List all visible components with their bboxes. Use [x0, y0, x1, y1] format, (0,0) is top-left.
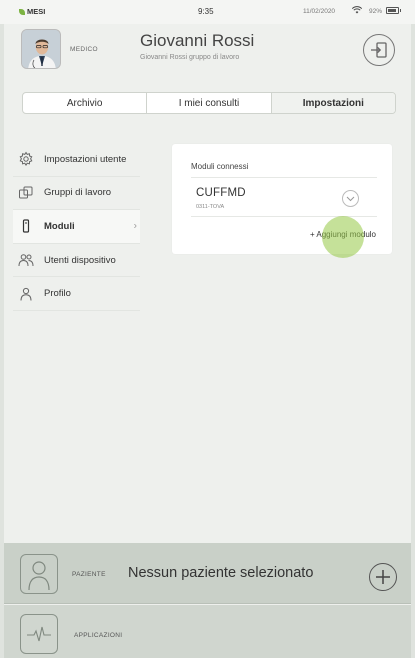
- sidebar-item-gruppi-di-lavoro[interactable]: Gruppi di lavoro: [13, 177, 140, 211]
- add-patient-button[interactable]: [369, 563, 397, 591]
- groups-icon: [19, 186, 33, 199]
- status-bar: MESI 9:35 11/02/2020 92%: [0, 0, 415, 24]
- carrier-label: MESI: [27, 7, 46, 16]
- person-icon: [28, 561, 50, 591]
- tab-impostazioni[interactable]: Impostazioni: [271, 93, 395, 113]
- clock: 9:35: [198, 7, 214, 16]
- logout-icon: [371, 42, 387, 58]
- divider: [191, 216, 377, 217]
- patient-bar[interactable]: PAZIENTE Nessun paziente selezionato: [4, 543, 411, 604]
- patient-name: Nessun paziente selezionato: [128, 565, 314, 581]
- module-name[interactable]: CUFFMD: [196, 187, 246, 199]
- battery-percent: 92%: [369, 8, 383, 15]
- plus-icon: [376, 570, 390, 584]
- chevron-down-icon: [346, 196, 355, 201]
- ecg-icon: [27, 626, 51, 642]
- sidebar-item-label: Gruppi di lavoro: [44, 187, 112, 199]
- patient-avatar: [20, 554, 58, 594]
- divider: [191, 177, 377, 178]
- user-group: Giovanni Rossi gruppo di lavoro: [140, 54, 240, 61]
- user-role: MEDICO: [70, 46, 98, 53]
- sidebar-item-profilo[interactable]: Profilo: [13, 277, 140, 311]
- profile-icon: [20, 287, 32, 301]
- gear-icon: [19, 151, 33, 167]
- date: 11/02/2020: [303, 8, 336, 15]
- applications-label: APPLICAZIONI: [74, 632, 123, 639]
- logout-button[interactable]: [363, 34, 395, 66]
- module-expand-button[interactable]: [342, 190, 359, 207]
- carrier: MESI: [19, 7, 45, 16]
- patient-role: PAZIENTE: [72, 571, 106, 578]
- user-name: Giovanni Rossi: [140, 31, 255, 50]
- wifi-icon: [352, 6, 362, 14]
- sidebar-item-impostazioni-utente[interactable]: Impostazioni utente: [13, 143, 140, 177]
- add-module-button[interactable]: + Aggiungi modulo: [310, 230, 376, 239]
- chevron-right-icon: ›: [133, 220, 137, 232]
- sidebar-item-moduli[interactable]: Moduli ›: [13, 210, 140, 244]
- sidebar-item-label: Impostazioni utente: [44, 153, 127, 165]
- doctor-avatar: [21, 29, 61, 69]
- main-tabs: Archivio I miei consulti Impostazioni: [22, 92, 396, 114]
- battery-icon: [386, 7, 401, 14]
- module-code: 0311-TOVA: [196, 204, 225, 210]
- card-title: Moduli connessi: [191, 162, 249, 171]
- tab-archivio[interactable]: Archivio: [23, 93, 148, 113]
- sidebar-item-label: Utenti dispositivo: [44, 254, 116, 266]
- sidebar-item-label: Moduli: [44, 220, 75, 232]
- sidebar-item-label: Profilo: [44, 288, 71, 300]
- sidebar-item-utenti-dispositivo[interactable]: Utenti dispositivo: [13, 244, 140, 278]
- users-icon: [18, 254, 34, 267]
- module-icon: [22, 219, 30, 234]
- settings-sidebar: Impostazioni utente Gruppi di lavoro Mod…: [13, 143, 140, 311]
- connected-modules-card: Moduli connessi CUFFMD 0311-TOVA + Aggiu…: [172, 144, 392, 254]
- user-header: MEDICO Giovanni Rossi Giovanni Rossi gru…: [4, 24, 411, 76]
- tab-miei-consulti[interactable]: I miei consulti: [147, 93, 272, 113]
- applications-tile: [20, 614, 58, 654]
- mesi-leaf-icon: [19, 8, 25, 15]
- applications-bar[interactable]: APPLICAZIONI: [4, 605, 411, 658]
